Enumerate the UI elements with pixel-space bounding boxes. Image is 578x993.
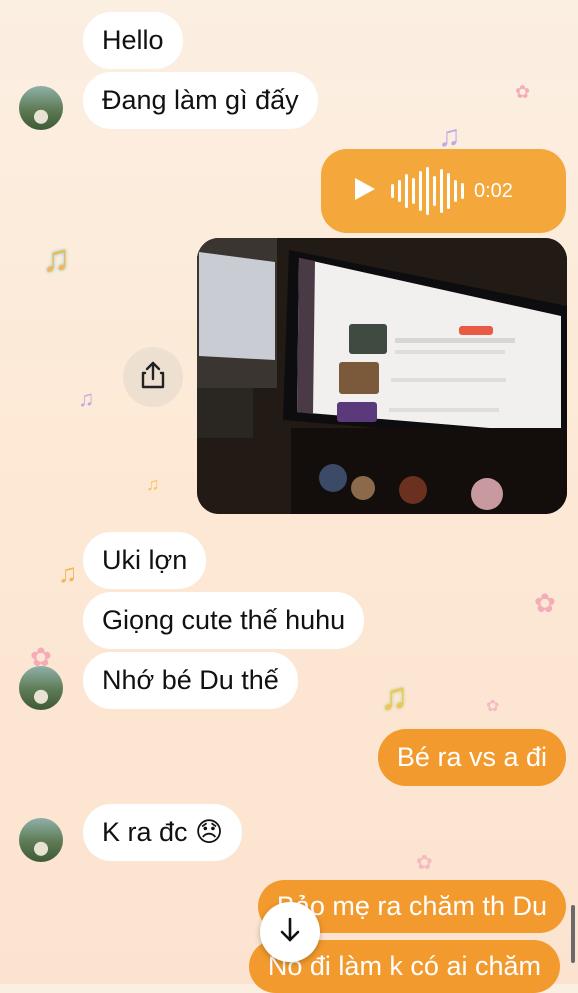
message-bubble-incoming[interactable]: Đang làm gì đấy: [83, 72, 318, 129]
scrollbar[interactable]: [571, 905, 575, 963]
message-bubble-outgoing[interactable]: Bé ra vs a đi: [377, 729, 566, 786]
avatar[interactable]: [19, 666, 63, 710]
message-bubble-incoming[interactable]: Uki lợn: [83, 532, 207, 589]
music-note-icon: ♫: [380, 676, 409, 718]
photo-attachment[interactable]: [197, 238, 567, 514]
play-icon[interactable]: [351, 176, 377, 207]
message-bubble-incoming[interactable]: K ra đc 😞: [83, 804, 243, 861]
music-note-icon: ♫: [146, 474, 160, 494]
share-button[interactable]: [123, 347, 183, 407]
flower-icon: ✿: [515, 82, 531, 102]
flower-icon: ✿: [534, 588, 556, 618]
avatar[interactable]: [19, 86, 63, 130]
voice-message-bubble[interactable]: 0:02: [321, 149, 566, 233]
arrow-down-icon: [277, 916, 303, 949]
share-icon: [139, 360, 167, 395]
photo-image: [197, 238, 567, 514]
waveform: [391, 167, 464, 215]
message-bubble-incoming[interactable]: Nhớ bé Du thế: [83, 652, 298, 709]
music-note-icon: ♫: [58, 558, 78, 588]
music-note-icon: ♫: [42, 238, 71, 280]
message-bubble-incoming[interactable]: Giọng cute thế huhu: [83, 592, 365, 649]
avatar[interactable]: [19, 818, 63, 862]
scroll-to-bottom-button[interactable]: [260, 902, 320, 962]
music-note-icon: ♫: [78, 386, 95, 411]
flower-icon: ✿: [486, 698, 500, 715]
message-bubble-incoming[interactable]: Hello: [83, 12, 183, 69]
flower-icon: ✿: [416, 852, 433, 874]
voice-duration: 0:02: [474, 179, 513, 202]
